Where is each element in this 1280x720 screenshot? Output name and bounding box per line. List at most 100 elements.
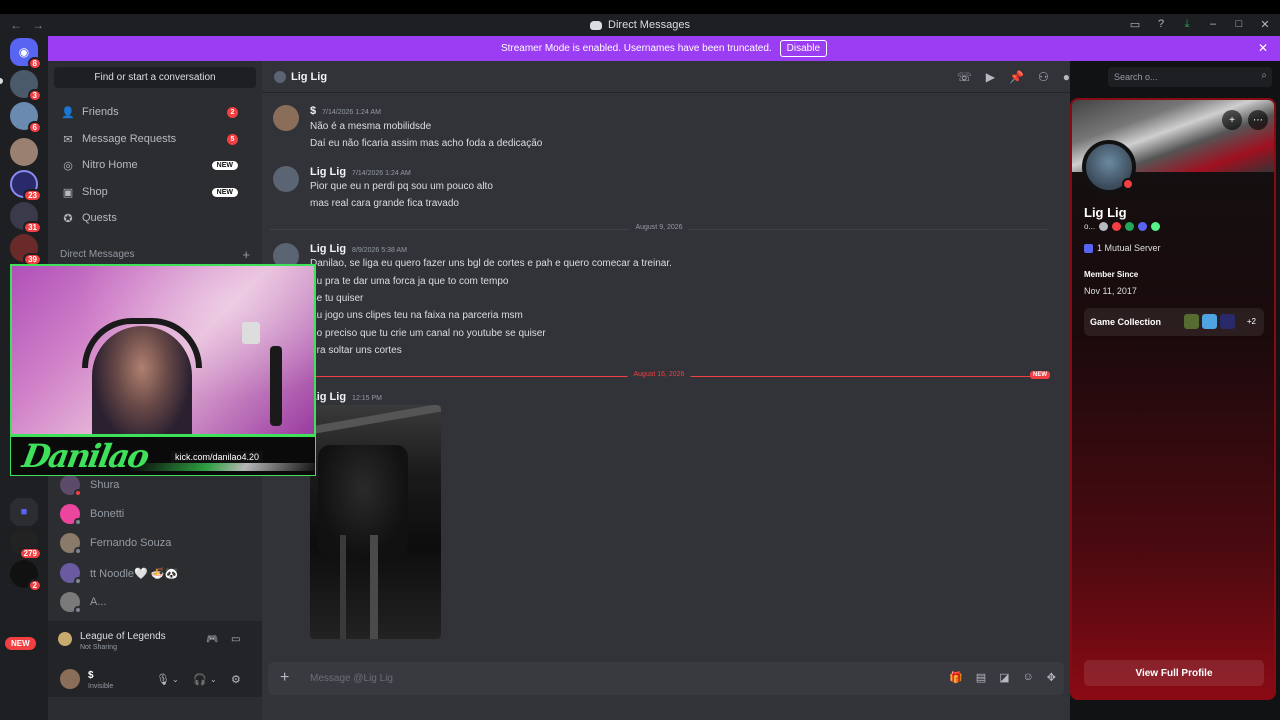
close-window-icon[interactable]: ✕ bbox=[1258, 17, 1272, 31]
requests-count-badge: 5 bbox=[227, 133, 238, 145]
pin-icon[interactable]: 📌 bbox=[1009, 70, 1024, 84]
close-banner-icon[interactable]: ✕ bbox=[1258, 41, 1268, 55]
gift-icon[interactable]: 🎁 bbox=[949, 671, 963, 684]
image-attachment[interactable] bbox=[310, 405, 441, 639]
message-text: So preciso que tu crie um canal no youtu… bbox=[310, 328, 546, 339]
top-strip bbox=[0, 0, 1280, 14]
activity-game: League of Legends bbox=[80, 631, 166, 642]
dm-item[interactable]: A... bbox=[56, 589, 254, 615]
disable-streamer-button[interactable]: Disable bbox=[779, 40, 828, 57]
car-shape bbox=[318, 445, 408, 555]
sidebar-item-label: Quests bbox=[82, 212, 117, 224]
mutual-text: 1 Mutual Server bbox=[1097, 243, 1161, 253]
streamer-mode-text: Streamer Mode is enabled. Usernames have… bbox=[500, 43, 772, 54]
home-button[interactable]: ◉ 8 bbox=[10, 38, 42, 70]
friends-icon: 👤 bbox=[61, 106, 75, 119]
server-badge: 31 bbox=[23, 221, 42, 234]
message-input[interactable] bbox=[310, 670, 870, 687]
avatar[interactable] bbox=[60, 669, 80, 689]
add-friend-icon[interactable]: + bbox=[1222, 110, 1242, 130]
mutual-servers[interactable]: 1 Mutual Server bbox=[1084, 243, 1161, 253]
badge-icon bbox=[1112, 222, 1122, 231]
add-friend-icon[interactable]: ⚇ bbox=[1038, 70, 1049, 84]
more-options-icon[interactable]: ⋯ bbox=[1248, 110, 1268, 130]
apps-icon[interactable]: ✥ bbox=[1047, 671, 1056, 684]
game-icon bbox=[1184, 314, 1199, 329]
badge-icon bbox=[1125, 222, 1135, 231]
server-icon[interactable]: 6 bbox=[10, 102, 42, 134]
status-dot bbox=[74, 547, 82, 555]
dm-item[interactable]: tt Noodle🤍 🍜🐼 bbox=[56, 560, 254, 586]
avatar bbox=[60, 563, 82, 585]
dm-item[interactable]: Fernando Souza bbox=[56, 530, 254, 556]
headphones-icon[interactable]: 🎧 bbox=[193, 673, 207, 686]
sticker-icon[interactable]: ◪ bbox=[999, 671, 1009, 684]
dm-item[interactable]: Bonetti bbox=[56, 501, 254, 527]
message-author[interactable]: Lig Lig 12:15 PM bbox=[310, 391, 382, 403]
message-author[interactable]: Lig Lig 7/14/2026 1:24 AM bbox=[310, 166, 411, 178]
screen-share-icon[interactable]: ▭ bbox=[231, 634, 245, 646]
create-dm-icon[interactable]: + bbox=[242, 247, 250, 262]
maximize-icon[interactable]: □ bbox=[1232, 17, 1246, 31]
view-full-profile-button[interactable]: View Full Profile bbox=[1084, 660, 1264, 686]
minimize-icon[interactable]: – bbox=[1206, 17, 1220, 31]
dm-name: Fernando Souza bbox=[90, 537, 172, 549]
sidebar-item-shop[interactable]: ▣ Shop NEW bbox=[56, 180, 254, 204]
avatar[interactable] bbox=[273, 105, 299, 131]
window-controls: ▭ ? ⤓ – □ ✕ bbox=[1128, 17, 1272, 31]
sidebar-item-friends[interactable]: 👤 Friends 2 bbox=[56, 100, 254, 124]
server-icon[interactable] bbox=[10, 138, 38, 166]
find-conversation-button[interactable]: Find or start a conversation bbox=[54, 67, 256, 88]
garage-beam bbox=[310, 405, 441, 435]
search-input[interactable] bbox=[1114, 70, 1254, 84]
server-icon[interactable]: 31 bbox=[10, 202, 42, 234]
message-time: 8/9/2026 5:38 AM bbox=[352, 247, 407, 254]
game-collection[interactable]: Game Collection +2 bbox=[1084, 308, 1264, 336]
sidebar-item-nitro[interactable]: ◎ Nitro Home NEW bbox=[56, 153, 254, 177]
message-author[interactable]: Lig Lig 8/9/2026 5:38 AM bbox=[310, 243, 407, 255]
inbox-icon[interactable]: ▭ bbox=[1128, 17, 1142, 31]
chevron-down-icon[interactable]: ⌄ bbox=[210, 675, 217, 684]
phone-icon[interactable]: ☏ bbox=[957, 70, 972, 84]
server-badge: 2 bbox=[27, 579, 42, 592]
streamer-mode-banner: Streamer Mode is enabled. Usernames have… bbox=[48, 36, 1280, 61]
nitro-icon: ◎ bbox=[63, 159, 73, 172]
recipient-name: Lig Lig bbox=[291, 71, 328, 83]
badge-icon bbox=[1099, 222, 1109, 231]
video-icon[interactable]: ▶ bbox=[986, 70, 995, 84]
friends-count-badge: 2 bbox=[227, 106, 238, 118]
download-icon[interactable]: ⤓ bbox=[1180, 17, 1194, 31]
gif-icon[interactable]: ▤ bbox=[976, 671, 986, 684]
sidebar-item-quests[interactable]: ✪ Quests bbox=[56, 206, 254, 230]
sidebar-item-message-requests[interactable]: ✉ Message Requests 5 bbox=[56, 127, 254, 151]
avatar bbox=[60, 592, 82, 614]
attach-plus-icon[interactable]: + bbox=[280, 669, 289, 687]
message-text: Eu pra te dar uma forca ja que to com te… bbox=[310, 276, 509, 287]
gear-icon[interactable]: ⚙ bbox=[231, 673, 241, 686]
avatar bbox=[274, 71, 286, 83]
shop-icon: ▣ bbox=[62, 186, 74, 199]
message-author[interactable]: $7/14/2026 1:24 AM bbox=[310, 105, 381, 117]
server-icon[interactable]: 279 bbox=[10, 528, 42, 560]
game-icon bbox=[1220, 314, 1235, 329]
new-unreads-pill[interactable]: NEW bbox=[5, 637, 36, 650]
profile-tag-row: o... bbox=[1084, 222, 1161, 231]
mail-icon: ✉ bbox=[63, 133, 73, 146]
server-icon[interactable]: 2 bbox=[10, 560, 42, 592]
server-icon[interactable]: 3 bbox=[10, 70, 42, 102]
help-icon[interactable]: ? bbox=[1154, 17, 1168, 31]
emoji-icon[interactable]: ☺ bbox=[1023, 671, 1034, 684]
server-icon[interactable]: 23 bbox=[10, 170, 42, 202]
folder-icon[interactable]: ■ bbox=[10, 498, 38, 526]
chevron-down-icon[interactable]: ⌄ bbox=[172, 675, 179, 684]
game-collection-label: Game Collection bbox=[1090, 317, 1162, 327]
sidebar-item-label: Nitro Home bbox=[82, 159, 138, 171]
microphone-icon[interactable]: 🎙 bbox=[156, 673, 170, 686]
avatar[interactable] bbox=[273, 166, 299, 192]
controller-icon[interactable]: 🎮 bbox=[206, 634, 220, 646]
profile-icon[interactable]: ● bbox=[1063, 70, 1070, 84]
server-icon[interactable]: 39 bbox=[10, 234, 42, 266]
server-badge: 6 bbox=[27, 121, 42, 134]
game-icon bbox=[1202, 314, 1217, 329]
message-text: Se tu quiser bbox=[310, 293, 364, 304]
